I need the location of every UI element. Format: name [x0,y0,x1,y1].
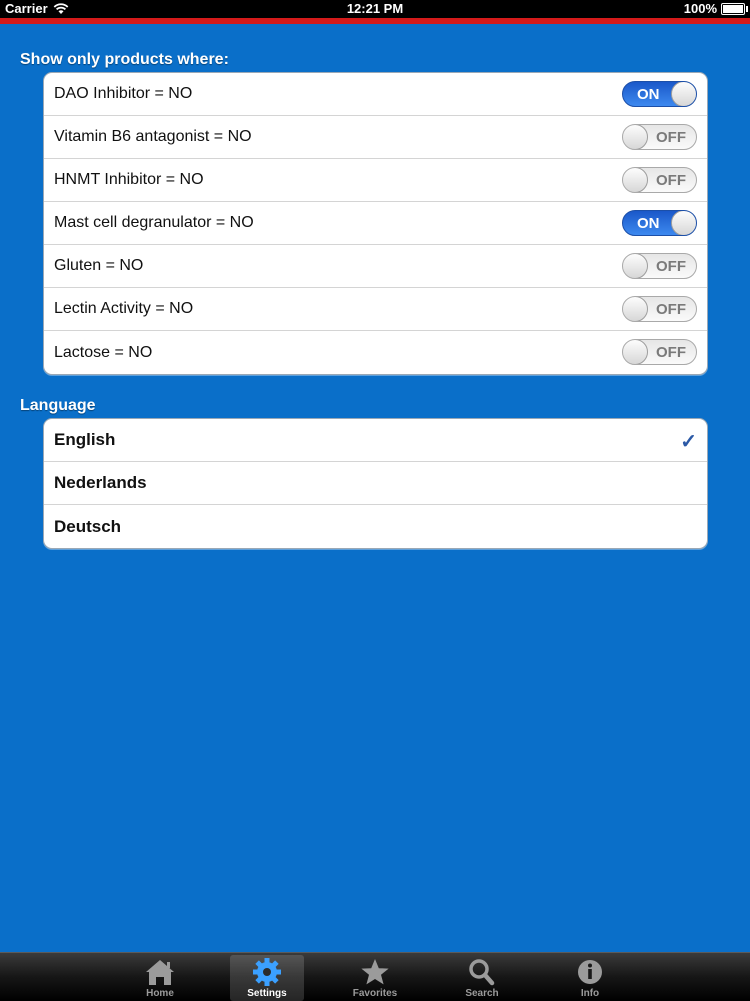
language-option-nederlands[interactable]: Nederlands [44,462,707,505]
dao-inhibitor-toggle[interactable]: ON [622,81,697,107]
lectin-activity-toggle[interactable]: OFF [622,296,697,322]
info-icon [578,960,602,984]
toggle-knob [623,340,648,364]
language-option-english[interactable]: English ✓ [44,419,707,462]
battery-icon [721,2,748,15]
battery-percent: 100% [683,1,717,16]
tab-label: Info [580,988,600,999]
toggle-state: ON [637,86,660,103]
filter-label: HNMT Inhibitor = NO [54,171,204,188]
status-bar: Carrier 12:21 PM 100% [0,0,750,18]
tab-home[interactable]: Home [123,955,197,1001]
toggle-knob [623,125,648,149]
gluten-toggle[interactable]: OFF [622,253,697,279]
filters-group: DAO Inhibitor = NO ON Vitamin B6 antagon… [43,72,708,375]
mast-cell-degranulator-toggle[interactable]: ON [622,210,697,236]
filter-row-mast-cell: Mast cell degranulator = NO ON [44,202,707,245]
filter-row-lactose: Lactose = NO OFF [44,331,707,374]
tab-favorites[interactable]: Favorites [338,955,412,1001]
toggle-state: OFF [656,129,686,146]
tab-label: Home [146,988,174,999]
toggle-state: OFF [656,258,686,275]
gear-icon [253,958,281,986]
filter-row-dao: DAO Inhibitor = NO ON [44,73,707,116]
tab-label: Favorites [352,988,398,999]
status-divider [0,18,750,24]
toggle-state: OFF [656,172,686,189]
filter-row-vitamin-b6: Vitamin B6 antagonist = NO OFF [44,116,707,159]
filter-label: Mast cell degranulator = NO [54,214,254,231]
home-icon [146,960,174,985]
tab-bar: Home Settings Favorites Search Info [0,952,750,1001]
filter-label: Gluten = NO [54,257,144,274]
filter-row-gluten: Gluten = NO OFF [44,245,707,288]
vitamin-b6-antagonist-toggle[interactable]: OFF [622,124,697,150]
toggle-knob [671,82,696,106]
language-label: Deutsch [54,516,122,536]
checkmark-icon: ✓ [680,431,697,453]
tab-settings[interactable]: Settings [230,955,304,1001]
star-icon [361,959,389,985]
filter-row-hnmt: HNMT Inhibitor = NO OFF [44,159,707,202]
filter-label: DAO Inhibitor = NO [54,85,193,102]
filter-label: Vitamin B6 antagonist = NO [54,128,252,145]
language-label: Nederlands [54,473,147,492]
filter-row-lectin: Lectin Activity = NO OFF [44,288,707,331]
language-option-deutsch[interactable]: Deutsch [44,505,707,548]
search-icon [469,959,495,986]
lactose-toggle[interactable]: OFF [622,339,697,365]
toggle-knob [623,254,648,278]
toggle-state: ON [637,215,660,232]
filters-title: Show only products where: [20,51,229,68]
toggle-state: OFF [656,301,686,318]
toggle-state: OFF [656,344,686,361]
hnmt-inhibitor-toggle[interactable]: OFF [622,167,697,193]
toggle-knob [671,211,696,235]
language-label: English [54,430,116,449]
tab-search[interactable]: Search [445,955,519,1001]
tab-label: Settings [247,988,287,999]
tab-info[interactable]: Info [553,955,627,1001]
toggle-knob [623,297,648,321]
filter-label: Lactose = NO [54,343,153,361]
clock: 12:21 PM [346,1,404,16]
language-group: English ✓ Nederlands Deutsch [43,418,708,549]
filter-label: Lectin Activity = NO [54,300,194,317]
toggle-knob [623,168,648,192]
tab-label: Search [465,988,499,999]
battery-status: 100% [683,1,748,16]
language-title: Language [20,397,96,414]
